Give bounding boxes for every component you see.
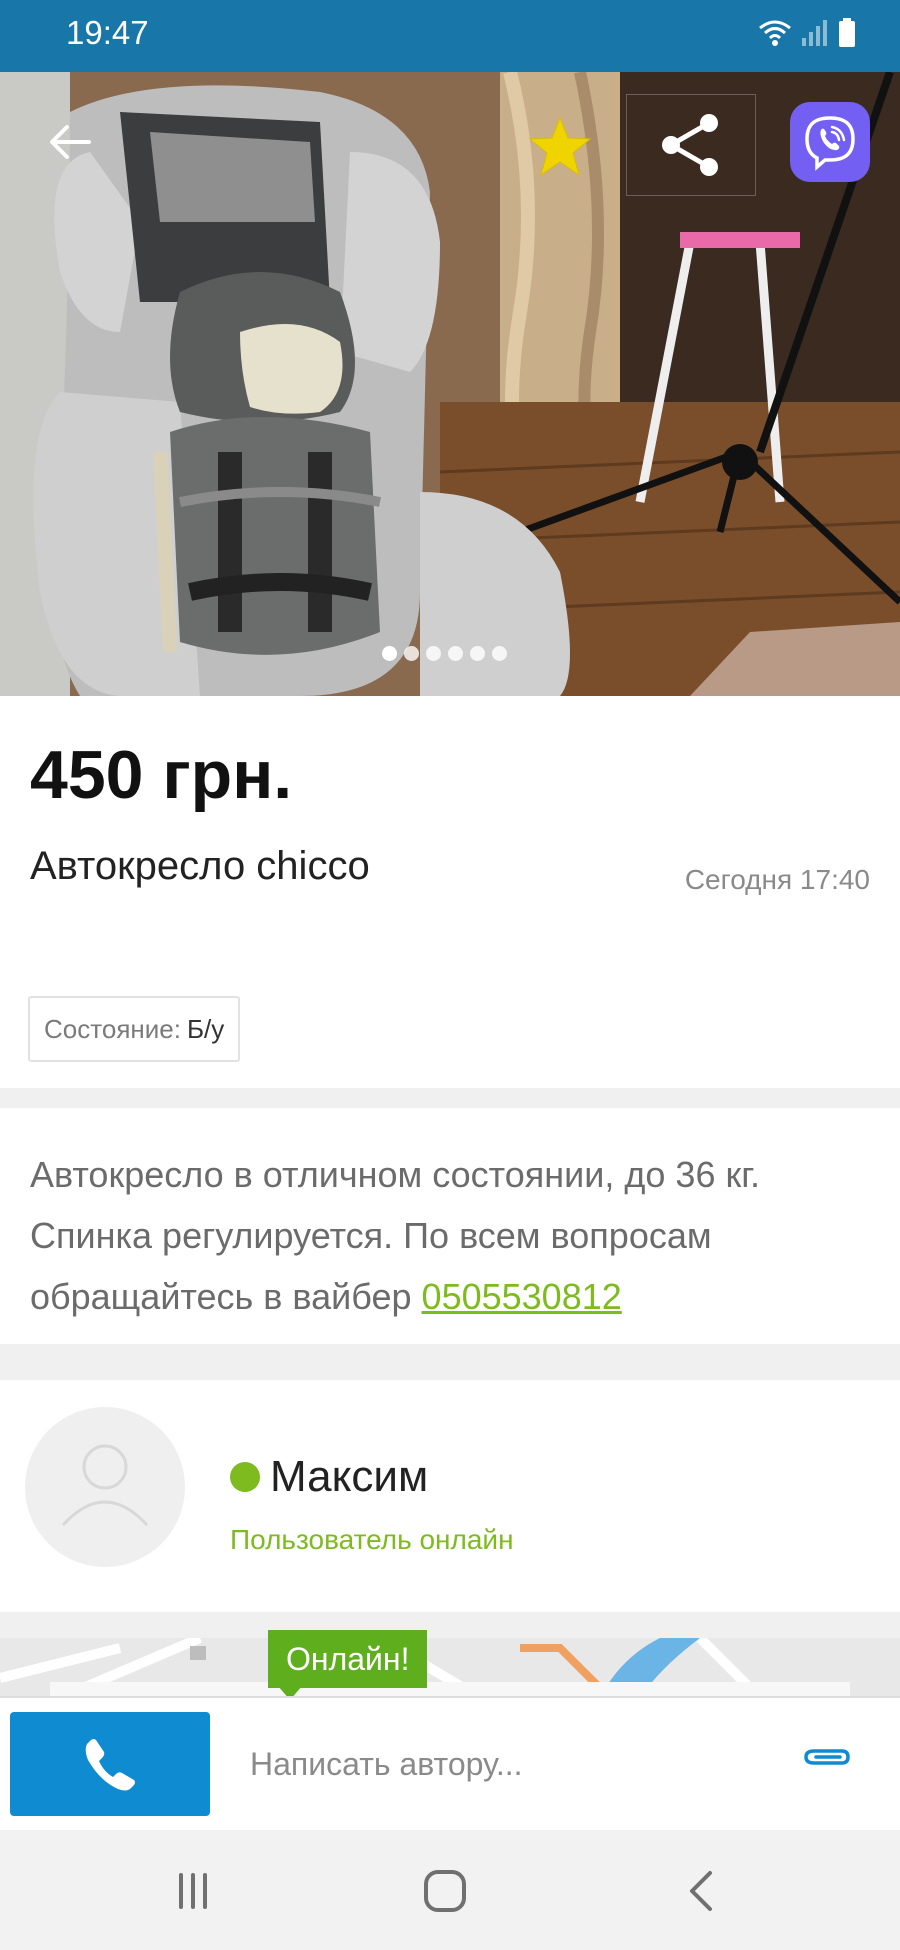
description-text-block: Автокресло в отличном состоянии, до 36 к… <box>30 1144 880 1327</box>
listing-info-card: 450 грн. Автокресло chicco Сегодня 17:40… <box>0 696 900 1088</box>
attach-button[interactable] <box>800 1742 852 1777</box>
listing-title: Автокресло chicco <box>30 844 370 888</box>
system-nav-bar <box>0 1830 900 1950</box>
favorite-button[interactable] <box>522 108 598 184</box>
status-bar: 19:47 <box>0 0 900 72</box>
gallery-dot[interactable] <box>448 646 463 661</box>
condition-value: Б/у <box>186 1013 225 1044</box>
listing-description: Автокресло в отличном состоянии, до 36 к… <box>0 1108 900 1344</box>
phone-icon <box>85 1739 135 1791</box>
online-badge: Онлайн! <box>268 1630 428 1688</box>
viber-icon <box>805 116 855 171</box>
message-input[interactable] <box>250 1734 770 1794</box>
gallery-dot[interactable] <box>470 646 485 661</box>
share-button[interactable] <box>626 94 756 196</box>
call-button[interactable] <box>10 1712 210 1816</box>
gallery-dot[interactable] <box>426 646 441 661</box>
gallery-dot-active[interactable] <box>382 646 397 661</box>
status-time: 19:47 <box>66 14 149 51</box>
back-button[interactable] <box>32 104 108 180</box>
home-button[interactable] <box>420 1866 470 1916</box>
seller-card[interactable]: Максим Пользователь онлайн <box>0 1380 900 1612</box>
online-indicator <box>230 1462 260 1492</box>
system-back-button[interactable] <box>676 1866 726 1916</box>
listing-date: Сегодня 17:40 <box>684 864 870 895</box>
description-text: Автокресло в отличном состоянии, до 36 к… <box>30 1154 760 1317</box>
seller-name[interactable]: Максим <box>270 1452 428 1502</box>
nav-back-icon <box>690 1871 712 1911</box>
condition-tag: Состояние: Б/у <box>28 996 241 1062</box>
seller-status: Пользователь онлайн <box>230 1524 514 1555</box>
share-icon <box>662 114 718 176</box>
signal-icon <box>802 20 827 46</box>
status-icons <box>758 18 856 48</box>
recent-apps-button[interactable] <box>168 1866 218 1916</box>
user-avatar-icon <box>61 1444 149 1527</box>
home-icon <box>424 1870 466 1912</box>
condition-label: Состояние: <box>44 1013 181 1044</box>
favorite-star-icon <box>528 116 592 177</box>
photo-gallery[interactable] <box>0 72 900 696</box>
back-arrow-icon <box>50 125 91 159</box>
listing-price: 450 грн. <box>30 737 293 813</box>
contact-action-bar <box>0 1696 900 1832</box>
battery-icon <box>839 18 855 47</box>
listing-photo <box>0 72 900 696</box>
recent-apps-icon <box>179 1873 207 1909</box>
gallery-dot[interactable] <box>404 646 419 661</box>
location-map[interactable] <box>0 1638 900 1698</box>
paperclip-icon <box>804 1749 850 1765</box>
wifi-icon <box>759 20 791 46</box>
description-phone-link[interactable]: 0505530812 <box>422 1276 622 1317</box>
avatar[interactable] <box>25 1407 185 1567</box>
gallery-dots <box>382 646 507 661</box>
viber-button[interactable] <box>790 102 870 182</box>
map-preview <box>0 1638 900 1698</box>
gallery-dot[interactable] <box>492 646 507 661</box>
